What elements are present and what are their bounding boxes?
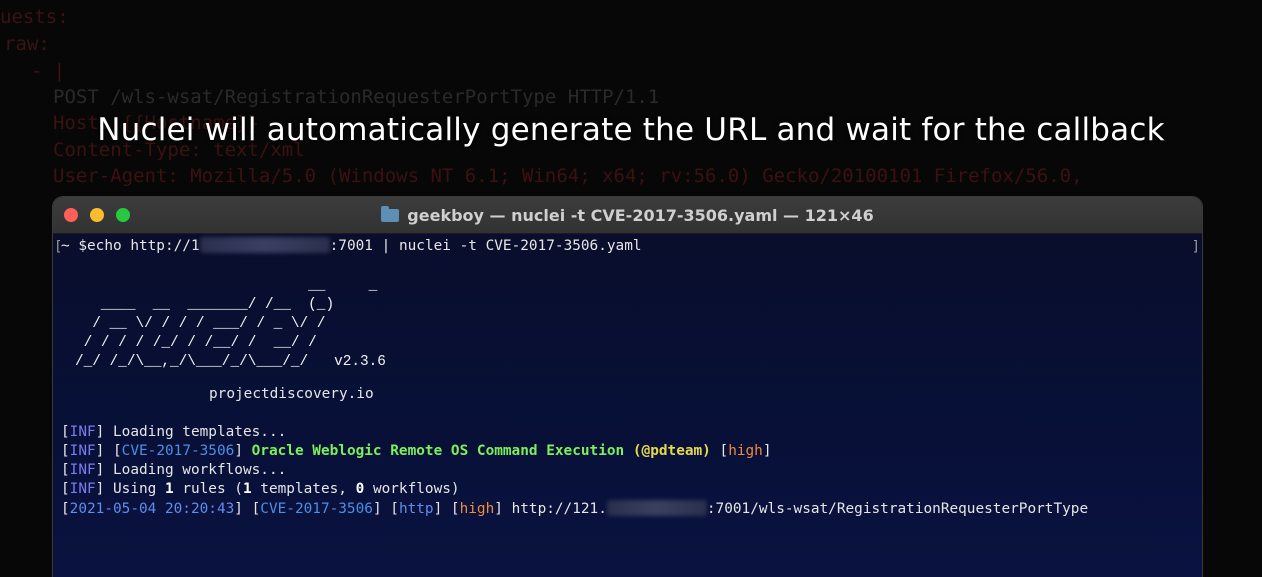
log-message: Using: [113, 481, 165, 497]
log-message: Loading workflows...: [113, 462, 287, 478]
editor-line: User-Agent: Mozilla/5.0 (Windows NT 6.1;…: [53, 165, 1083, 187]
log-line: [INF] Loading templates...: [61, 424, 287, 440]
background-editor: uests: raw: - | POST /wls-wsat/Registrat…: [0, 0, 1262, 200]
log-message: templates,: [251, 481, 356, 497]
rules-count: 1: [164, 481, 174, 497]
log-tag: INF: [69, 462, 96, 478]
result-url-end: :7001/wls-wsat/RegistrationRequesterPort…: [706, 501, 1089, 517]
shell-prompt: ~ $: [61, 238, 87, 254]
log-message: Loading templates...: [113, 424, 287, 440]
severity-label: high: [728, 443, 763, 459]
severity-label: high: [459, 501, 495, 517]
log-tag: INF: [69, 443, 96, 459]
workflows-count: 0: [355, 481, 365, 497]
log-message: rules (: [173, 481, 243, 497]
log-tag: INF: [69, 481, 96, 497]
video-subtitle: Nuclei will automatically generate the U…: [97, 112, 1165, 148]
log-message: workflows): [364, 481, 460, 497]
log-tag: INF: [69, 424, 96, 440]
banner-website: projectdiscovery.io: [209, 386, 374, 402]
editor-line: POST /wls-wsat/RegistrationRequesterPort…: [53, 86, 660, 108]
result-line: [2021-05-04 20:20:43] [CVE-2017-3506] [h…: [61, 500, 1089, 517]
templates-count: 1: [242, 481, 252, 497]
command-line: ~ $echo http://1 :7001 | nuclei -t CVE-20…: [61, 237, 642, 254]
result-url-start: http://121.: [511, 501, 607, 517]
result-timestamp: 2021-05-04 20:20:43: [69, 501, 235, 517]
redacted-ip: [606, 500, 707, 516]
terminal-content[interactable]: [ ] ~ $echo http://1:7001 | nuclei -t CV…: [53, 233, 1202, 577]
editor-line: - |: [8, 60, 66, 82]
title-bar[interactable]: geekboy — nuclei -t CVE-2017-3506.yaml —…: [53, 197, 1202, 234]
log-line: [INF] [CVE-2017-3506] Oracle Weblogic Re…: [61, 443, 772, 459]
window-title-wrap: geekboy — nuclei -t CVE-2017-3506.yaml —…: [53, 197, 1202, 233]
editor-line: raw:: [4, 33, 50, 55]
cve-id: CVE-2017-3506: [260, 501, 373, 517]
template-name: Oracle Weblogic Remote OS Command Execut…: [251, 443, 625, 459]
editor-line: uests:: [0, 6, 69, 28]
nuclei-ascii-banner: __ _ ____ __ _______/ /__ (_) / __ \/ / …: [75, 278, 386, 370]
command-text-start: echo http://1: [87, 238, 200, 254]
terminal-window: geekboy — nuclei -t CVE-2017-3506.yaml —…: [53, 197, 1202, 577]
scroll-bracket-right: ]: [1191, 239, 1200, 255]
command-text-end: :7001 | nuclei -t CVE-2017-3506.yaml: [329, 238, 642, 254]
cve-id: CVE-2017-3506: [121, 443, 235, 459]
template-author: (@pdteam): [632, 443, 711, 459]
window-title: geekboy — nuclei -t CVE-2017-3506.yaml —…: [407, 205, 874, 225]
protocol-label: http: [398, 501, 434, 517]
folder-icon: [381, 205, 400, 222]
log-line: [INF] Using 1 rules (1 templates, 0 work…: [61, 481, 460, 497]
redacted-ip: [199, 237, 330, 253]
log-line: [INF] Loading workflows...: [61, 462, 287, 478]
